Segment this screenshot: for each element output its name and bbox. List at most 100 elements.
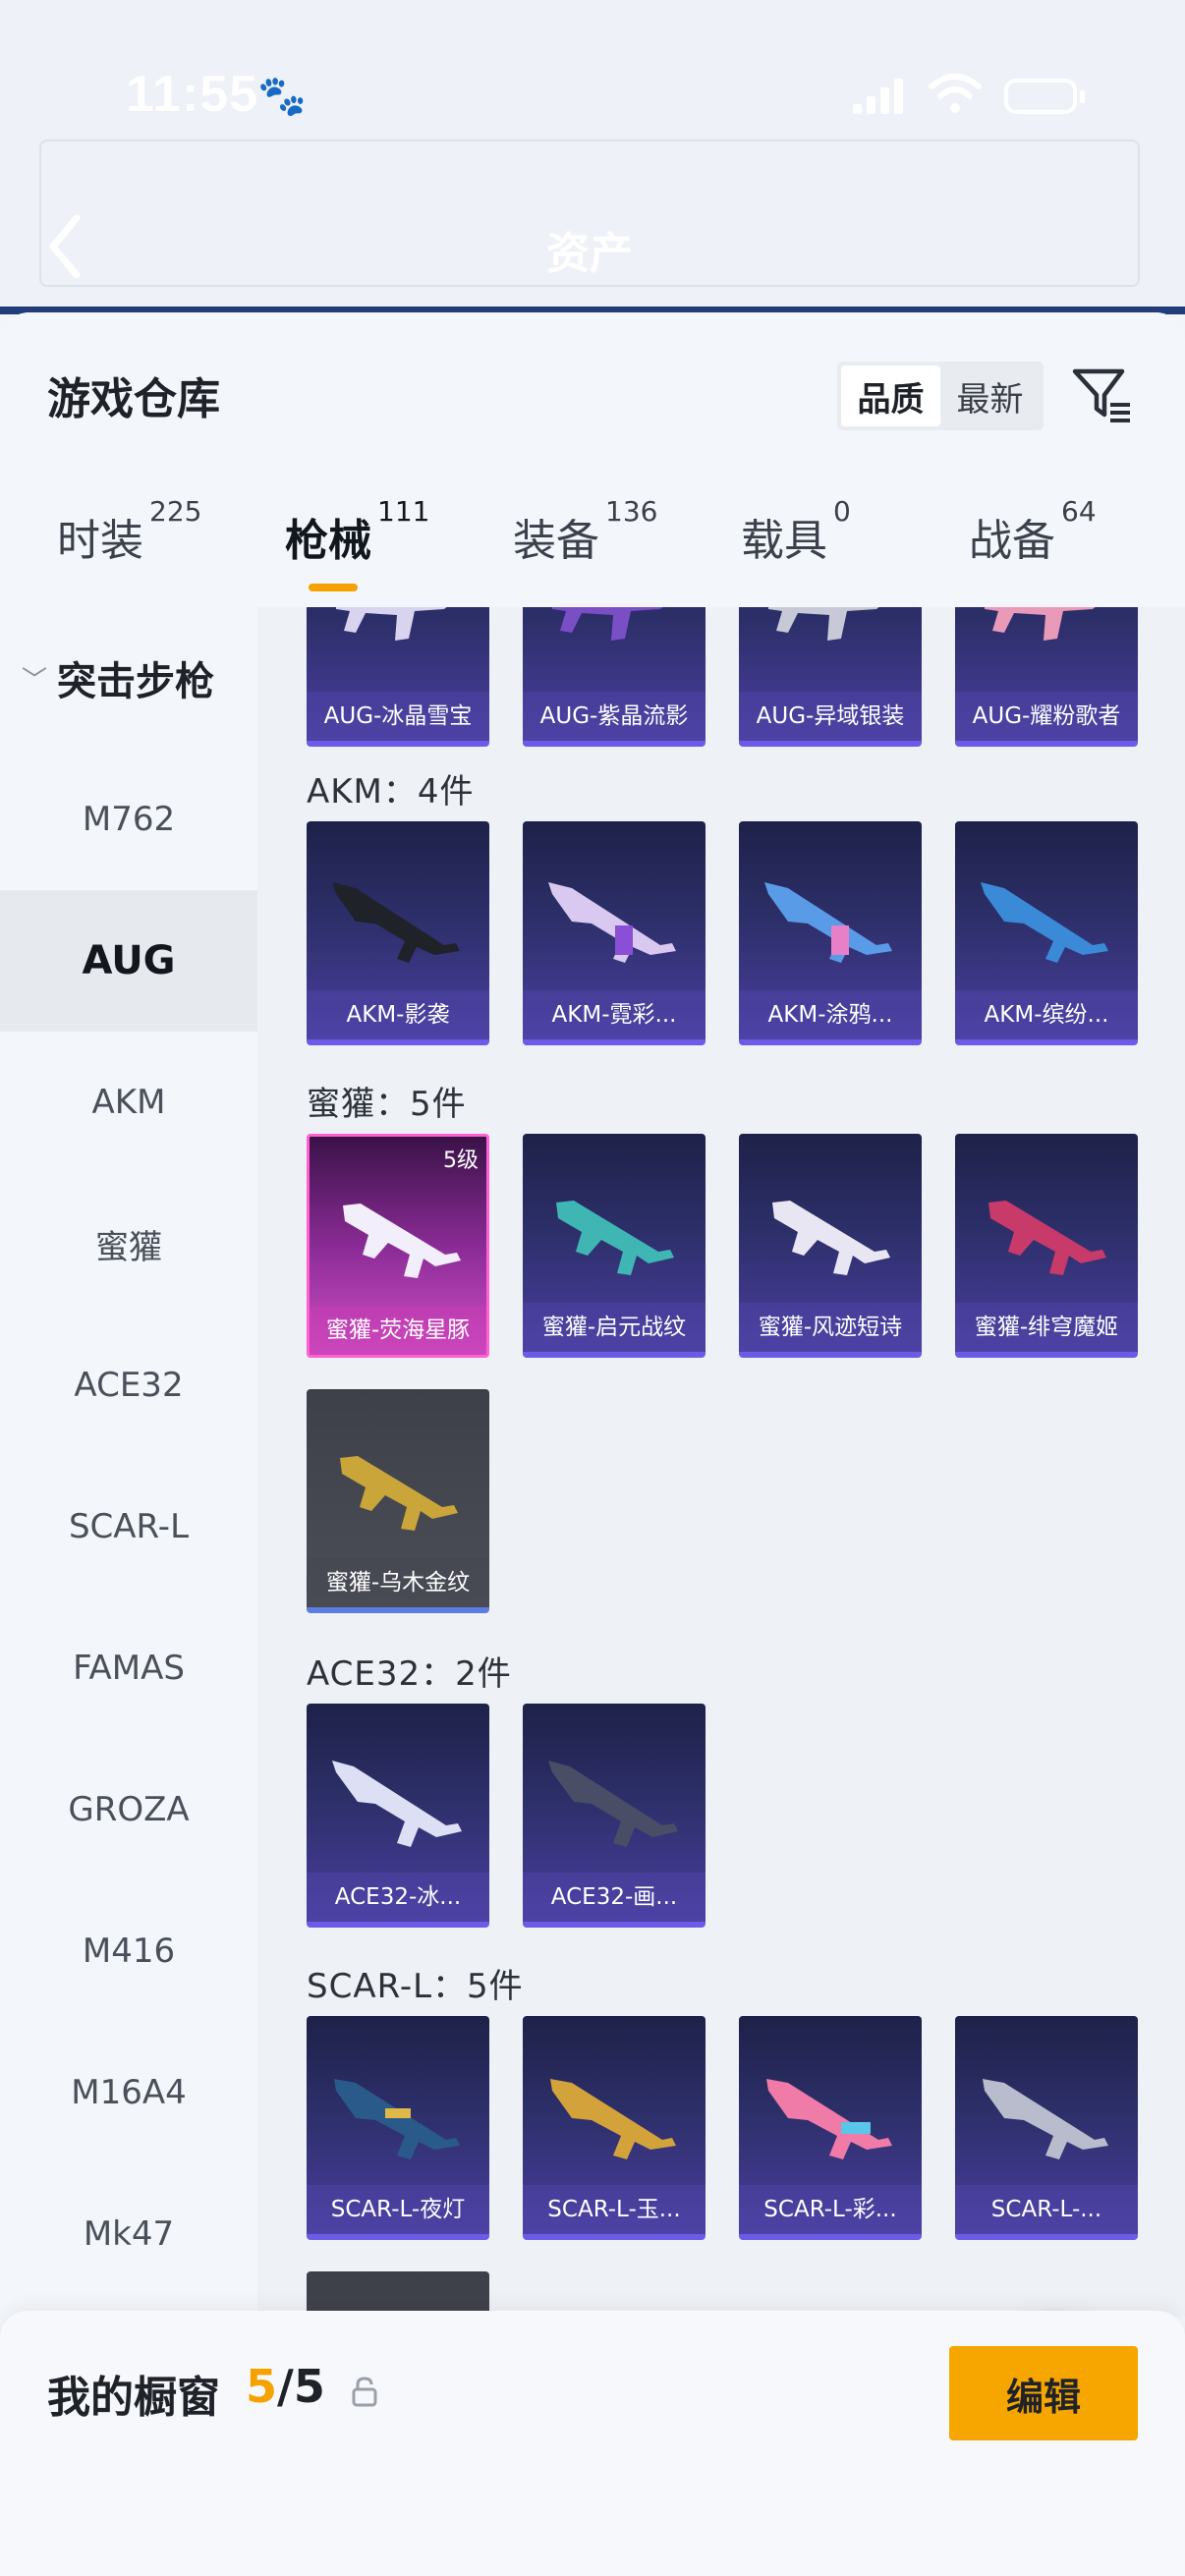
smg-icon xyxy=(772,1201,890,1275)
skin-name: AUG-异域银装 xyxy=(739,692,922,741)
skin-card[interactable]: 蜜獾-启元战纹 xyxy=(523,1134,705,1358)
sort-toggle[interactable]: 品质 最新 xyxy=(837,362,1044,430)
skin-card[interactable]: AKM-霓彩... xyxy=(523,821,705,1045)
skin-name: ACE32-冰... xyxy=(307,1873,489,1922)
tab-label: 时装 xyxy=(57,516,143,566)
rifle-icon xyxy=(981,882,1108,963)
skin-name: AKM-缤纷... xyxy=(955,990,1138,1039)
rifle-icon xyxy=(764,882,892,963)
tab-label: 装备 xyxy=(513,516,599,566)
sidebar-item-honeybadger[interactable]: 蜜獾 xyxy=(0,1173,257,1315)
tab-vehicles[interactable]: 载具 0 xyxy=(741,495,851,584)
skin-card[interactable]: 蜜獾-风迹短诗 xyxy=(739,1134,922,1358)
back-icon[interactable] xyxy=(45,212,85,281)
active-tab-indicator xyxy=(309,584,358,591)
skin-name: AUG-冰晶雪宝 xyxy=(307,692,489,741)
filter-icon[interactable] xyxy=(1071,364,1134,426)
skin-card[interactable]: ACE32-画... xyxy=(523,1704,705,1928)
showcase-count: 5/5 xyxy=(246,2360,325,2413)
skin-name: AKM-霓彩... xyxy=(523,990,705,1039)
tab-count: 225 xyxy=(149,495,202,528)
skin-card[interactable]: 蜜獾-绯穹魔姬 xyxy=(955,1134,1138,1358)
skin-name: 蜜獾-绯穹魔姬 xyxy=(955,1303,1138,1352)
chevron-down-icon: ﹀ xyxy=(22,665,48,696)
sidebar-item-m16a4[interactable]: M16A4 xyxy=(0,2022,257,2163)
weapon-sidebar: ﹀ 突击步枪 M762 AUG AKM 蜜獾 ACE32 SCAR-L FAMA… xyxy=(0,607,257,2317)
skin-card[interactable]: ACE32-冰... xyxy=(307,1704,489,1928)
sidebar-item-famas[interactable]: FAMAS xyxy=(0,1597,257,1739)
tab-count: 111 xyxy=(377,495,430,528)
skin-card[interactable]: AUG-耀粉歌者 xyxy=(955,607,1138,747)
showcase-count-current: 5 xyxy=(246,2360,278,2413)
skin-name: 蜜獾-启元战纹 xyxy=(523,1303,705,1352)
skin-name: 蜜獾-乌木金纹 xyxy=(307,1558,489,1607)
rifle-icon xyxy=(768,607,879,641)
rifle-icon xyxy=(550,2079,676,2159)
skin-card[interactable]: AUG-异域银装 xyxy=(739,607,922,747)
skin-card[interactable]: 蜜獾-乌木金纹 xyxy=(307,1389,489,1613)
tab-equipment[interactable]: 装备 136 xyxy=(513,495,657,584)
skin-name: SCAR-L-... xyxy=(955,2185,1138,2234)
tab-fashion[interactable]: 时装 225 xyxy=(57,495,201,584)
smg-icon xyxy=(556,1201,674,1275)
battery-icon xyxy=(1004,79,1085,114)
sidebar-item-groza[interactable]: GROZA xyxy=(0,1739,257,1880)
sort-option-quality[interactable]: 品质 xyxy=(841,365,940,426)
sidebar-item-scar-l[interactable]: SCAR-L xyxy=(0,1456,257,1597)
rifle-icon xyxy=(552,607,663,641)
sidebar-group-assault-rifles[interactable]: ﹀ 突击步枪 xyxy=(0,607,257,749)
smg-icon xyxy=(340,1456,458,1531)
skin-card[interactable]: AKM-缤纷... xyxy=(955,821,1138,1045)
sidebar-group-label: 突击步枪 xyxy=(57,659,215,704)
rifle-icon xyxy=(336,607,447,641)
sidebar-item-akm[interactable]: AKM xyxy=(0,1032,257,1173)
skin-card[interactable]: AKM-涂鸦... xyxy=(739,821,922,1045)
showcase-label: 我的橱窗 xyxy=(47,2373,220,2423)
skin-name: AUG-耀粉歌者 xyxy=(955,692,1138,741)
skin-card[interactable]: AUG-紫晶流影 xyxy=(523,607,705,747)
category-tabs: 时装 225 枪械 111 装备 136 载具 0 战备 64 xyxy=(0,495,1185,597)
skin-card[interactable]: AUG-冰晶雪宝 xyxy=(307,607,489,747)
skin-name: ACE32-画... xyxy=(523,1873,705,1922)
rifle-icon xyxy=(332,1761,462,1847)
skin-card[interactable]: SCAR-L-夜灯 xyxy=(307,2016,489,2240)
smg-icon xyxy=(988,1201,1106,1275)
signal-icon xyxy=(853,79,903,114)
weapon-grid: AUG-冰晶雪宝 AUG-紫晶流影 AUG-异域银装 AUG-耀粉歌者 AKM：… xyxy=(257,607,1185,2317)
sidebar-item-mk47[interactable]: Mk47 xyxy=(0,2163,257,2305)
skin-name: AKM-涂鸦... xyxy=(739,990,922,1039)
section-title-ace32: ACE32：2件 xyxy=(307,1654,512,1694)
sort-option-newest[interactable]: 最新 xyxy=(940,365,1040,426)
sidebar-item-m416[interactable]: M416 xyxy=(0,1880,257,2022)
sheet-title: 游戏仓库 xyxy=(47,374,220,424)
tab-count: 0 xyxy=(833,495,851,528)
rifle-icon xyxy=(983,2079,1108,2159)
rifle-icon xyxy=(332,882,460,963)
showcase-count-total: /5 xyxy=(277,2360,325,2413)
tab-guns[interactable]: 枪械 111 xyxy=(285,495,429,584)
section-title-honeybadger: 蜜獾：5件 xyxy=(307,1085,467,1124)
skin-card[interactable]: SCAR-L-彩... xyxy=(739,2016,922,2240)
sidebar-item-m762[interactable]: M762 xyxy=(0,749,257,890)
edit-button[interactable]: 编辑 xyxy=(949,2346,1138,2440)
tab-supplies[interactable]: 战备 64 xyxy=(969,495,1097,584)
sidebar-item-ace32[interactable]: ACE32 xyxy=(0,1315,257,1456)
sheet-header: 游戏仓库 品质 最新 时装 225 枪械 111 装备 136 载具 0 战备 … xyxy=(0,312,1185,607)
tab-label: 战备 xyxy=(969,516,1055,566)
lock-icon xyxy=(352,2377,377,2407)
skin-name: AKM-影袭 xyxy=(307,990,489,1039)
skin-card[interactable]: SCAR-L-... xyxy=(955,2016,1138,2240)
tab-count: 136 xyxy=(605,495,658,528)
warehouse-sheet: 游戏仓库 品质 最新 时装 225 枪械 111 装备 136 载具 0 战备 … xyxy=(0,312,1185,2576)
background-title: 资产 xyxy=(546,229,633,279)
sidebar-item-aug[interactable]: AUG xyxy=(0,890,257,1032)
showcase-bar: 我的橱窗 5/5 编辑 xyxy=(0,2311,1185,2576)
skin-card[interactable]: 5级 蜜獾-荧海星豚 xyxy=(307,1134,489,1358)
status-bar: 11:55 🐾 xyxy=(0,59,1185,138)
section-title-scar-l: SCAR-L：5件 xyxy=(307,1967,524,2006)
skin-card[interactable]: SCAR-L-玉... xyxy=(523,2016,705,2240)
tab-label: 枪械 xyxy=(285,516,371,566)
smg-icon xyxy=(343,1204,461,1278)
rifle-icon xyxy=(766,2079,892,2159)
skin-card[interactable]: AKM-影袭 xyxy=(307,821,489,1045)
